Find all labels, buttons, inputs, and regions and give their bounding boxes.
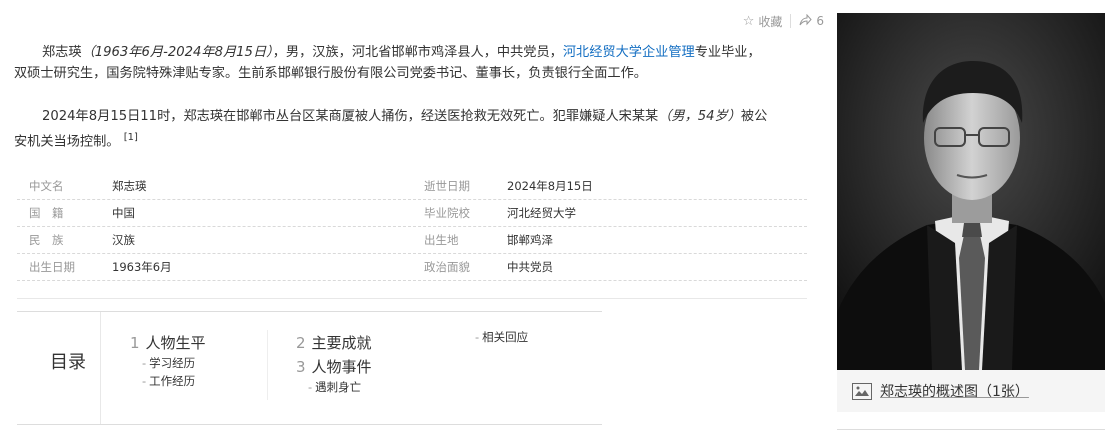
toc-label: 人物事件 — [311, 358, 372, 376]
toc-sub-label: 工作经历 — [149, 374, 196, 388]
school-link[interactable]: 河北经贸大学 — [563, 45, 642, 60]
toc-subitem[interactable]: - 遇刺身亡 — [296, 378, 372, 396]
toc-subitem[interactable]: - 学习经历 — [130, 354, 206, 372]
section-divider — [17, 298, 807, 299]
toc-column-divider — [267, 330, 268, 400]
info-value: 中共党员 — [507, 260, 553, 274]
toc-column: 1 人物生平 - 学习经历 - 工作经历 — [130, 332, 206, 390]
album-caption-text: 郑志瑛的概述图（1张） — [880, 384, 1029, 400]
person-name: 郑志瑛 — [42, 45, 82, 60]
major-link[interactable]: 企业管理 — [642, 45, 695, 60]
basic-info-table: 中文名 郑志瑛 逝世日期 2024年8月15日 国 籍 中国 毕业院校 河北经贸… — [17, 173, 807, 281]
sidebar-next-card — [837, 429, 1105, 434]
suspect-info: （男，54岁） — [658, 109, 741, 124]
info-key: 出生日期 — [29, 260, 75, 274]
info-value: 中国 — [112, 206, 135, 220]
toc-item-3[interactable]: 3 人物事件 — [296, 356, 372, 378]
toc-title-box: 目录 — [17, 312, 101, 424]
toc-sub-label: 遇刺身亡 — [315, 380, 362, 394]
info-key: 政治面貌 — [424, 260, 470, 274]
life-dates: （1963年6月-2024年8月15日） — [81, 45, 273, 60]
article-actions: ☆ 收藏 6 — [743, 12, 824, 30]
event-text-end: 被公 — [740, 109, 768, 124]
info-row: 民 族 汉族 出生地 邯郸鸡泽 — [17, 227, 807, 254]
info-value: 邯郸鸡泽 — [507, 233, 553, 247]
share-icon[interactable] — [799, 13, 813, 29]
reference-link[interactable]: [1] — [124, 132, 138, 143]
info-value: 郑志瑛 — [112, 179, 147, 193]
divider — [790, 14, 792, 28]
info-value: 1963年6月 — [112, 260, 172, 274]
intro-line2: 双硕士研究生，国务院特殊津贴专家。生前系邯郸银行股份有限公司党委书记、董事长，负… — [14, 66, 647, 81]
toc-item-2[interactable]: 2 主要成就 — [296, 332, 372, 354]
toc-subitem[interactable]: - 相关回应 — [475, 328, 528, 346]
info-row: 出生日期 1963年6月 政治面貌 中共党员 — [17, 254, 807, 281]
toc-num: 2 — [296, 334, 306, 352]
info-key: 民 族 — [29, 233, 64, 247]
star-icon[interactable]: ☆ — [743, 14, 755, 29]
toc-column: 2 主要成就 3 人物事件 - 遇刺身亡 — [296, 332, 372, 396]
info-value: 河北经贸大学 — [507, 206, 576, 220]
toc-subitem[interactable]: - 工作经历 — [130, 372, 206, 390]
intro-paragraph: 郑志瑛（1963年6月-2024年8月15日），男，汉族，河北省邯郸市鸡泽县人，… — [14, 42, 804, 84]
info-key: 中文名 — [29, 179, 64, 193]
album-caption[interactable]: 郑志瑛的概述图（1张） — [837, 370, 1105, 412]
info-key: 逝世日期 — [424, 179, 470, 193]
intro-text-end: 专业毕业， — [694, 45, 761, 60]
info-value: 2024年8月15日 — [507, 179, 593, 193]
info-row: 中文名 郑志瑛 逝世日期 2024年8月15日 — [17, 173, 807, 200]
portrait-photo[interactable] — [837, 13, 1105, 370]
toc-item-1[interactable]: 1 人物生平 — [130, 332, 206, 354]
toc-column: - 相关回应 — [475, 328, 528, 346]
share-count: 6 — [816, 14, 824, 28]
toc-num: 1 — [130, 334, 140, 352]
toc-label: 主要成就 — [311, 334, 372, 352]
event-paragraph: 2024年8月15日11时，郑志瑛在邯郸市丛台区某商厦被人捅伤，经送医抢救无效死… — [14, 106, 804, 152]
collect-button[interactable]: 收藏 — [758, 13, 782, 30]
toc-sub-label: 相关回应 — [482, 330, 529, 344]
event-line2: 安机关当场控制。 — [14, 134, 120, 150]
info-key: 出生地 — [424, 233, 459, 247]
info-key: 国 籍 — [29, 206, 64, 220]
toc-title: 目录 — [50, 352, 86, 373]
intro-text: ，男，汉族，河北省邯郸市鸡泽县人，中共党员， — [272, 45, 563, 60]
info-row: 国 籍 中国 毕业院校 河北经贸大学 — [17, 200, 807, 227]
image-gallery-icon — [852, 382, 872, 400]
toc-sub-label: 学习经历 — [149, 356, 196, 370]
table-of-contents: 目录 1 人物生平 - 学习经历 - 工作经历 2 主要成就 3 人物事件 - 遇刺身亡 -… — [17, 311, 602, 425]
toc-label: 人物生平 — [145, 334, 206, 352]
info-value: 汉族 — [112, 233, 135, 247]
event-text: 2024年8月15日11时，郑志瑛在邯郸市丛台区某商厦被人捅伤，经送医抢救无效死… — [42, 109, 659, 124]
info-key: 毕业院校 — [424, 206, 470, 220]
toc-num: 3 — [296, 358, 306, 376]
